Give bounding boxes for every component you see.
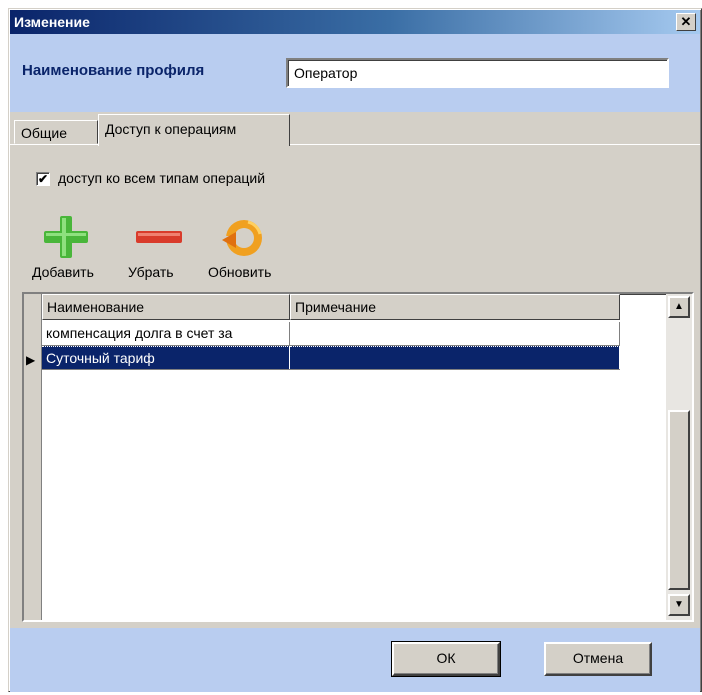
cell-note	[290, 346, 620, 369]
dialog-title: Изменение	[10, 10, 700, 34]
scroll-thumb[interactable]	[668, 410, 690, 590]
refresh-icon[interactable]	[218, 214, 270, 260]
column-header-note[interactable]: Примечание	[290, 294, 620, 320]
row-pointer-icon: ▶	[26, 353, 36, 367]
all-operations-checkbox[interactable]: ✔	[36, 172, 50, 186]
refresh-button-label[interactable]: Обновить	[208, 264, 271, 280]
tab-access-operations[interactable]: Доступ к операциям	[98, 114, 290, 146]
close-icon: ✕	[680, 14, 692, 29]
plus-icon[interactable]	[40, 214, 92, 260]
column-header-name[interactable]: Наименование	[42, 294, 290, 320]
row-indicator-column	[24, 294, 42, 620]
tab-general[interactable]: Общие	[14, 120, 98, 144]
table-row-selected[interactable]: Суточный тариф	[42, 346, 620, 370]
scroll-down-button[interactable]: ▼	[668, 594, 690, 616]
scroll-up-button[interactable]: ▲	[668, 296, 690, 318]
cell-name: Суточный тариф	[42, 346, 290, 369]
cancel-button[interactable]: Отмена	[544, 642, 652, 676]
add-button-label[interactable]: Добавить	[32, 264, 94, 280]
profile-name-input[interactable]	[286, 58, 669, 88]
minus-icon[interactable]	[132, 214, 184, 260]
arrow-down-icon: ▼	[674, 599, 684, 610]
profile-name-label: Наименование профиля	[22, 62, 205, 79]
ok-button[interactable]: ОК	[392, 642, 500, 676]
all-operations-label[interactable]: доступ ко всем типам операций	[58, 170, 265, 186]
cell-note	[290, 322, 620, 345]
arrow-up-icon: ▲	[674, 301, 684, 312]
remove-button-label[interactable]: Убрать	[128, 264, 174, 280]
cell-name: компенсация долга в счет за	[42, 322, 290, 345]
close-button[interactable]: ✕	[676, 13, 696, 31]
table-row[interactable]: компенсация долга в счет за	[42, 322, 620, 346]
